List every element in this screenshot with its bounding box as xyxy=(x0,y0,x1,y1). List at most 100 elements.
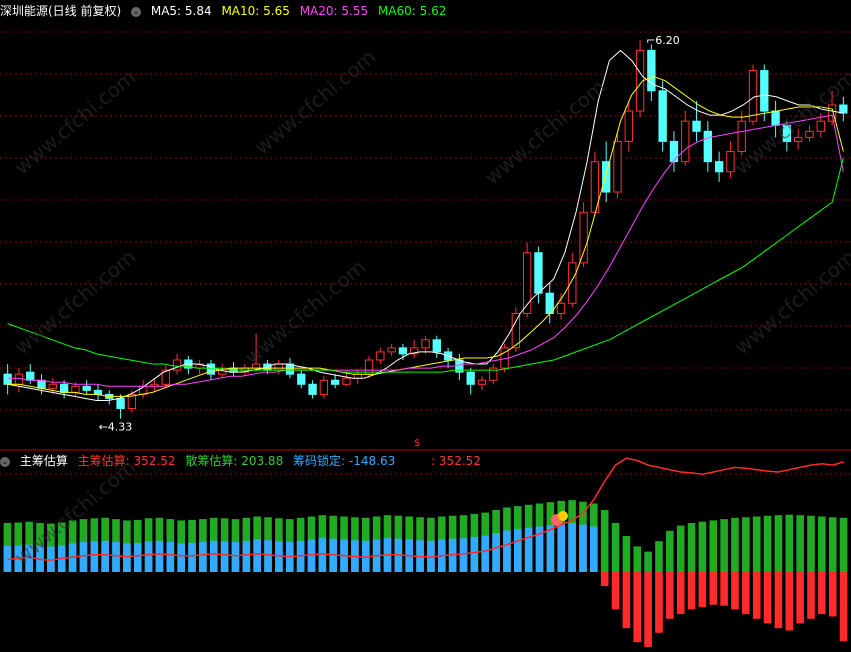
candle-body xyxy=(556,302,566,314)
lock-bar xyxy=(676,572,685,615)
lock-bar xyxy=(112,542,120,572)
lock-bar xyxy=(655,572,663,633)
ma60-label: MA60: 5.62 xyxy=(377,4,447,18)
candle-body xyxy=(703,130,713,163)
kline-chart: ⌐6.20 ←4.33 $ xyxy=(0,31,851,647)
lock-bar xyxy=(481,535,490,572)
ma5-label: MA5: 5.84 xyxy=(150,4,212,18)
candle-body xyxy=(579,211,588,264)
retail-bar xyxy=(666,530,674,572)
settings-icon[interactable]: ⌄ xyxy=(0,456,10,467)
lock-bar xyxy=(742,572,750,615)
candle-body xyxy=(48,383,57,389)
lock-bar xyxy=(807,572,815,619)
lock-bar xyxy=(242,540,251,572)
lock-bar xyxy=(579,524,587,572)
lock-bar xyxy=(622,572,631,629)
lock-bar xyxy=(177,543,185,572)
lock-bar xyxy=(514,529,522,572)
settings-icon[interactable]: ⌄ xyxy=(131,6,142,17)
lock-bar xyxy=(470,536,479,572)
retail-bar xyxy=(698,521,707,572)
lock-bar xyxy=(752,572,761,619)
lock-bar xyxy=(644,572,652,647)
retail-bar xyxy=(720,519,728,572)
candle-body xyxy=(37,379,46,389)
retail-bar xyxy=(633,546,642,572)
lock-bar xyxy=(90,541,99,572)
retail-bar xyxy=(687,523,696,572)
candle-body xyxy=(692,120,701,132)
indicator-title: 主筹估算 xyxy=(19,454,68,468)
lock-bar xyxy=(828,572,837,617)
candle-body xyxy=(330,379,340,385)
retail-bar xyxy=(774,515,783,572)
candle-body xyxy=(681,120,690,163)
retail-bar xyxy=(763,515,772,572)
retail-bar xyxy=(622,536,631,572)
candle-body xyxy=(432,339,441,353)
candle-body xyxy=(398,347,408,355)
low-price-label: ←4.33 xyxy=(99,421,133,434)
lock-bar xyxy=(220,541,229,572)
candle-body xyxy=(308,383,317,395)
lock-bar xyxy=(720,572,728,606)
candle-body xyxy=(206,363,216,375)
candle-body xyxy=(658,90,667,142)
candle-body xyxy=(714,161,724,173)
lock-bar xyxy=(568,523,576,572)
candle-body xyxy=(613,140,622,193)
candle-body xyxy=(624,110,633,142)
signal-mark: $ xyxy=(414,438,420,449)
retail-bar xyxy=(655,541,663,572)
bottom-panel-header: ⌄ 主筹估算 主筹估算: 352.52 散筹估算: 203.88 筹码锁定: -… xyxy=(0,452,487,470)
candle-body xyxy=(274,363,283,371)
retail-bar xyxy=(742,517,750,572)
candle-body xyxy=(534,252,543,294)
lock-bar xyxy=(839,572,848,642)
lock-bar xyxy=(209,540,218,572)
retail-bar xyxy=(785,514,794,572)
candle-body xyxy=(3,373,12,385)
candle-body xyxy=(568,262,577,304)
lock-bar xyxy=(774,572,783,629)
candle-body xyxy=(376,351,385,361)
retail-bar xyxy=(611,523,620,572)
lock-bar xyxy=(155,540,164,572)
candle-body xyxy=(602,161,611,193)
lock-bar xyxy=(133,542,142,572)
candle-body xyxy=(816,120,825,132)
top-panel-header: 深圳能源(日线 前复权) ⌄ MA5: 5.84 MA10: 5.65 MA20… xyxy=(0,2,452,20)
lock-bar xyxy=(144,541,153,572)
lock-bar xyxy=(524,527,533,572)
candle-body xyxy=(737,120,746,153)
retail-bar xyxy=(709,520,718,572)
retail-bar xyxy=(818,516,826,572)
candle-body xyxy=(14,373,24,385)
lock-bar xyxy=(123,543,131,572)
retail-bar xyxy=(839,517,848,572)
lock-bar xyxy=(796,572,804,624)
lock-bar xyxy=(590,526,598,572)
retail-bar xyxy=(752,516,761,572)
lock-bar xyxy=(633,572,642,643)
stock-title: 深圳能源(日线 前复权) xyxy=(0,4,122,18)
retail-bar xyxy=(807,515,815,572)
retail-bar xyxy=(731,517,739,572)
lock-bar xyxy=(166,542,175,572)
legend-retail: 散筹估算: 203.88 xyxy=(185,454,284,468)
lock-bar xyxy=(546,525,555,572)
candle-body xyxy=(477,379,487,385)
legend-lock: 筹码锁定: -148.63 xyxy=(293,454,396,468)
lock-bar xyxy=(600,572,609,587)
lock-bar xyxy=(698,572,707,608)
lock-bar xyxy=(731,572,739,610)
candle-body xyxy=(466,371,475,385)
lock-bar xyxy=(503,530,511,572)
lock-bar xyxy=(687,572,696,610)
candle-body xyxy=(839,104,848,114)
lock-bar xyxy=(79,542,88,572)
lock-bar xyxy=(611,572,620,610)
candle-body xyxy=(421,339,430,349)
lock-bar xyxy=(459,538,468,572)
